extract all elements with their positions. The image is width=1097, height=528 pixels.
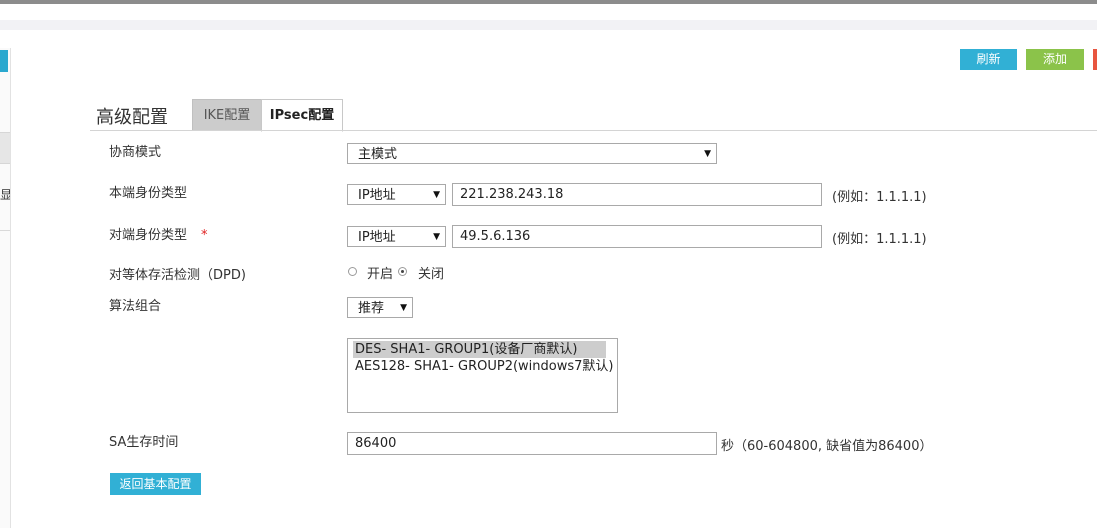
left-panel-selected-row[interactable] — [0, 132, 10, 164]
algorithm-option[interactable]: AES128- SHA1- GROUP2(windows7默认) — [353, 358, 617, 375]
peer-id-type-select[interactable]: IP地址 ▼ — [347, 226, 446, 247]
add-button[interactable]: 添加 — [1026, 49, 1084, 70]
tab-ipsec-config[interactable]: IPsec配置 — [261, 99, 343, 132]
dropdown-arrow-icon: ▼ — [433, 190, 440, 200]
algorithm-label: 算法组合 — [109, 299, 162, 314]
negotiation-mode-label: 协商模式 — [109, 145, 162, 160]
dropdown-arrow-icon: ▼ — [400, 303, 407, 313]
local-id-type-label: 本端身份类型 — [109, 186, 188, 201]
local-id-hint: (例如：1.1.1.1) — [832, 190, 927, 205]
local-id-type-value: IP地址 — [358, 188, 396, 203]
algorithm-preset-value: 推荐 — [358, 301, 385, 316]
left-panel-label: 显 — [0, 188, 10, 202]
dropdown-arrow-icon: ▼ — [704, 149, 711, 159]
peer-id-type-label-text: 对端身份类型 — [109, 228, 188, 243]
algorithm-listbox[interactable]: DES- SHA1- GROUP1(设备厂商默认) AES128- SHA1- … — [347, 338, 618, 413]
local-id-input[interactable]: 221.238.243.18 — [452, 183, 822, 206]
peer-id-type-label: 对端身份类型 * — [109, 224, 208, 243]
refresh-button[interactable]: 刷新 — [960, 49, 1017, 70]
peer-id-type-value: IP地址 — [358, 230, 396, 245]
delete-button[interactable] — [1093, 49, 1097, 70]
section-title: 高级配置 — [96, 107, 168, 128]
negotiation-mode-select[interactable]: 主模式 ▼ — [347, 143, 717, 164]
peer-id-hint: (例如：1.1.1.1) — [832, 232, 927, 247]
negotiation-mode-value: 主模式 — [358, 147, 398, 162]
sa-lifetime-label: SA生存时间 — [109, 435, 179, 450]
dpd-off-radio[interactable] — [398, 267, 407, 276]
left-panel: 显 — [0, 48, 11, 528]
local-id-type-select[interactable]: IP地址 ▼ — [347, 184, 446, 205]
dpd-off-label: 关闭 — [418, 267, 445, 282]
dpd-on-radio[interactable] — [348, 267, 357, 276]
left-panel-tab[interactable] — [0, 50, 8, 72]
top-bar — [0, 0, 1097, 4]
tab-ike-config[interactable]: IKE配置 — [192, 99, 262, 131]
dpd-label: 对等体存活检测（DPD) — [109, 268, 246, 283]
back-to-basic-button[interactable]: 返回基本配置 — [110, 473, 201, 495]
sa-lifetime-hint: 秒（60-604800, 缺省值为86400） — [721, 439, 933, 454]
algorithm-option[interactable]: DES- SHA1- GROUP1(设备厂商默认) — [353, 341, 606, 358]
required-marker: * — [201, 228, 208, 243]
dpd-on-label: 开启 — [367, 267, 394, 282]
left-panel-divider — [0, 230, 10, 231]
algorithm-preset-select[interactable]: 推荐 ▼ — [347, 297, 413, 318]
peer-id-input[interactable]: 49.5.6.136 — [452, 225, 822, 248]
dropdown-arrow-icon: ▼ — [433, 232, 440, 242]
sub-bar — [0, 20, 1097, 30]
sa-lifetime-input[interactable]: 86400 — [347, 432, 717, 455]
tab-divider — [90, 130, 1097, 131]
